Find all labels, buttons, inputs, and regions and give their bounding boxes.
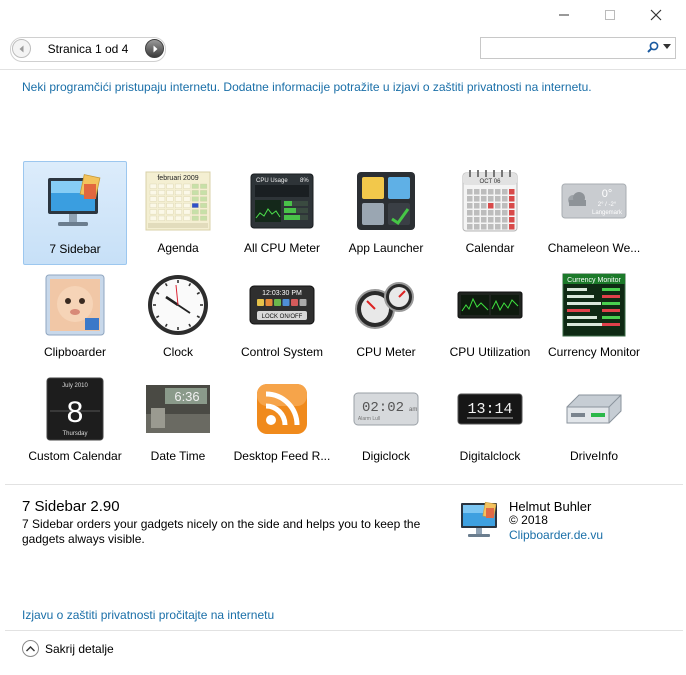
hide-details-label: Sakrij detalje bbox=[45, 641, 114, 656]
svg-text:8: 8 bbox=[67, 396, 84, 429]
author-monitor-icon bbox=[458, 500, 502, 542]
cpu-gauge-icon bbox=[352, 271, 420, 339]
svg-text:Langemark: Langemark bbox=[592, 210, 623, 216]
gadget-tile[interactable]: 0° 2° / -2° Langemark Chameleon We... bbox=[542, 161, 646, 265]
maximize-button[interactable] bbox=[587, 0, 633, 30]
gadget-description: 7 Sidebar orders your gadgets nicely on … bbox=[22, 517, 421, 546]
app-launcher-icon bbox=[352, 167, 420, 235]
gadget-label: Chameleon We... bbox=[547, 241, 641, 255]
baby-photo-icon bbox=[41, 271, 109, 339]
svg-text:6:36: 6:36 bbox=[174, 389, 199, 404]
gadget-label: Desktop Feed R... bbox=[233, 449, 331, 463]
gadget-tile[interactable]: July 2010 8 Thursday Custom Calendar bbox=[23, 369, 127, 473]
privacy-notice-link[interactable]: Neki programčići pristupaju internetu. D… bbox=[22, 80, 592, 94]
gadget-tile[interactable]: Clipboarder bbox=[23, 265, 127, 369]
svg-text:0°: 0° bbox=[602, 188, 613, 200]
gadget-label: Custom Calendar bbox=[28, 449, 122, 463]
gadget-label: Calendar bbox=[465, 241, 515, 255]
minimize-button[interactable] bbox=[541, 0, 587, 30]
gadget-label: 7 Sidebar bbox=[49, 242, 101, 256]
gadget-label: Digiclock bbox=[361, 449, 410, 463]
gadget-label: Clock bbox=[162, 345, 193, 359]
control-system-icon: 12:03:30 PM LOCK ON/OFF bbox=[248, 271, 316, 339]
gadget-tile[interactable]: OCT 06 Calendar bbox=[438, 161, 542, 265]
gadget-tile[interactable]: februari 2009 Agenda bbox=[126, 161, 230, 265]
minimize-icon bbox=[559, 14, 569, 16]
chevron-down-icon[interactable] bbox=[663, 44, 671, 50]
divider bbox=[5, 484, 683, 485]
date-time-icon: 6:36 bbox=[144, 375, 212, 443]
gadget-tile[interactable]: DriveInfo bbox=[542, 369, 646, 473]
gadget-label: Date Time bbox=[150, 449, 206, 463]
cpu-meter-icon: CPU Usage 8% bbox=[248, 167, 316, 235]
gadget-tile[interactable]: 02:02 am Alarm Lull Digiclock bbox=[334, 369, 438, 473]
gadget-tile[interactable]: 6:36 Date Time bbox=[126, 369, 230, 473]
gadget-label: App Launcher bbox=[348, 241, 424, 255]
clock-icon bbox=[144, 271, 212, 339]
rss-feed-icon bbox=[248, 375, 316, 443]
privacy-statement-link[interactable]: Izjavu o zaštiti privatnosti pročitajte … bbox=[22, 608, 274, 622]
svg-text:02:02: 02:02 bbox=[362, 400, 404, 416]
gadget-tile[interactable]: 13:14 Digitalclock bbox=[438, 369, 542, 473]
gadget-tile[interactable]: App Launcher bbox=[334, 161, 438, 265]
gadget-tile[interactable]: Desktop Feed R... bbox=[230, 369, 334, 473]
chevron-up-icon bbox=[22, 640, 39, 657]
currency-monitor-icon: Currency Monitor bbox=[560, 271, 628, 339]
author-website-link[interactable]: Clipboarder.de.vu bbox=[509, 528, 603, 542]
svg-text:8%: 8% bbox=[300, 178, 309, 184]
gadget-tile[interactable]: Clock bbox=[126, 265, 230, 369]
svg-text:am: am bbox=[409, 407, 417, 413]
gadget-tile[interactable]: CPU Usage 8% All CPU Meter bbox=[230, 161, 334, 265]
svg-text:13:14: 13:14 bbox=[467, 401, 512, 418]
svg-text:februari 2009: februari 2009 bbox=[157, 175, 198, 182]
weather-icon: 0° 2° / -2° Langemark bbox=[560, 167, 628, 235]
svg-text:12:03:30 PM: 12:03:30 PM bbox=[262, 290, 302, 297]
gadget-title: 7 Sidebar 2.90 bbox=[22, 498, 120, 515]
divider bbox=[5, 630, 683, 631]
gadget-tile[interactable]: Currency Monitor Currency Monitor bbox=[542, 265, 646, 369]
author-name: Helmut Buhler bbox=[509, 499, 592, 514]
gadget-label: All CPU Meter bbox=[243, 241, 320, 255]
drive-icon bbox=[560, 375, 628, 443]
svg-text:Alarm Lull: Alarm Lull bbox=[358, 416, 380, 422]
digital-clock-icon: 02:02 am Alarm Lull bbox=[352, 375, 420, 443]
page-indicator: Stranica 1 od 4 bbox=[47, 42, 129, 56]
gadget-label: Control System bbox=[240, 345, 324, 359]
svg-text:July 2010: July 2010 bbox=[62, 383, 88, 389]
gadget-label: Digitalclock bbox=[459, 449, 521, 463]
gadget-label: CPU Meter bbox=[356, 345, 416, 359]
gadget-label: CPU Utilization bbox=[449, 345, 531, 359]
gadget-tile[interactable]: 12:03:30 PM LOCK ON/OFF Control System bbox=[230, 265, 334, 369]
custom-calendar-icon: July 2010 8 Thursday bbox=[41, 375, 109, 443]
svg-text:Thursday: Thursday bbox=[62, 431, 87, 437]
search-input[interactable] bbox=[480, 37, 676, 59]
gadget-tile[interactable]: CPU Utilization bbox=[438, 265, 542, 369]
copyright: © 2018 bbox=[509, 513, 548, 527]
gadget-label: Agenda bbox=[157, 241, 199, 255]
next-page-button[interactable] bbox=[145, 39, 164, 58]
svg-text:Currency Monitor: Currency Monitor bbox=[567, 277, 621, 284]
close-button[interactable] bbox=[633, 0, 679, 30]
close-icon bbox=[650, 9, 662, 21]
gadget-tile[interactable]: CPU Meter bbox=[334, 265, 438, 369]
hide-details-button[interactable]: Sakrij detalje bbox=[22, 640, 114, 657]
calendar-agenda-icon: februari 2009 bbox=[144, 167, 212, 235]
calendar-icon: OCT 06 bbox=[456, 167, 524, 235]
gadget-tile[interactable]: 7 Sidebar bbox=[23, 161, 127, 265]
search-icon[interactable] bbox=[647, 41, 659, 53]
chevron-right-icon bbox=[153, 45, 157, 52]
divider bbox=[0, 69, 686, 70]
digital-clock-black-icon: 13:14 bbox=[456, 375, 524, 443]
svg-text:OCT 06: OCT 06 bbox=[480, 179, 502, 185]
maximize-icon bbox=[605, 10, 615, 20]
monitor-sidebar-icon bbox=[42, 168, 110, 236]
cpu-utilization-icon bbox=[456, 271, 524, 339]
svg-text:LOCK ON/OFF: LOCK ON/OFF bbox=[262, 314, 303, 320]
svg-text:2° / -2°: 2° / -2° bbox=[598, 202, 617, 208]
gadget-label: DriveInfo bbox=[569, 449, 619, 463]
gadget-label: Clipboarder bbox=[43, 345, 107, 359]
svg-text:CPU Usage: CPU Usage bbox=[256, 178, 288, 184]
gadget-label: Currency Monitor bbox=[547, 345, 641, 359]
page-navigator: Stranica 1 od 4 bbox=[10, 37, 166, 62]
